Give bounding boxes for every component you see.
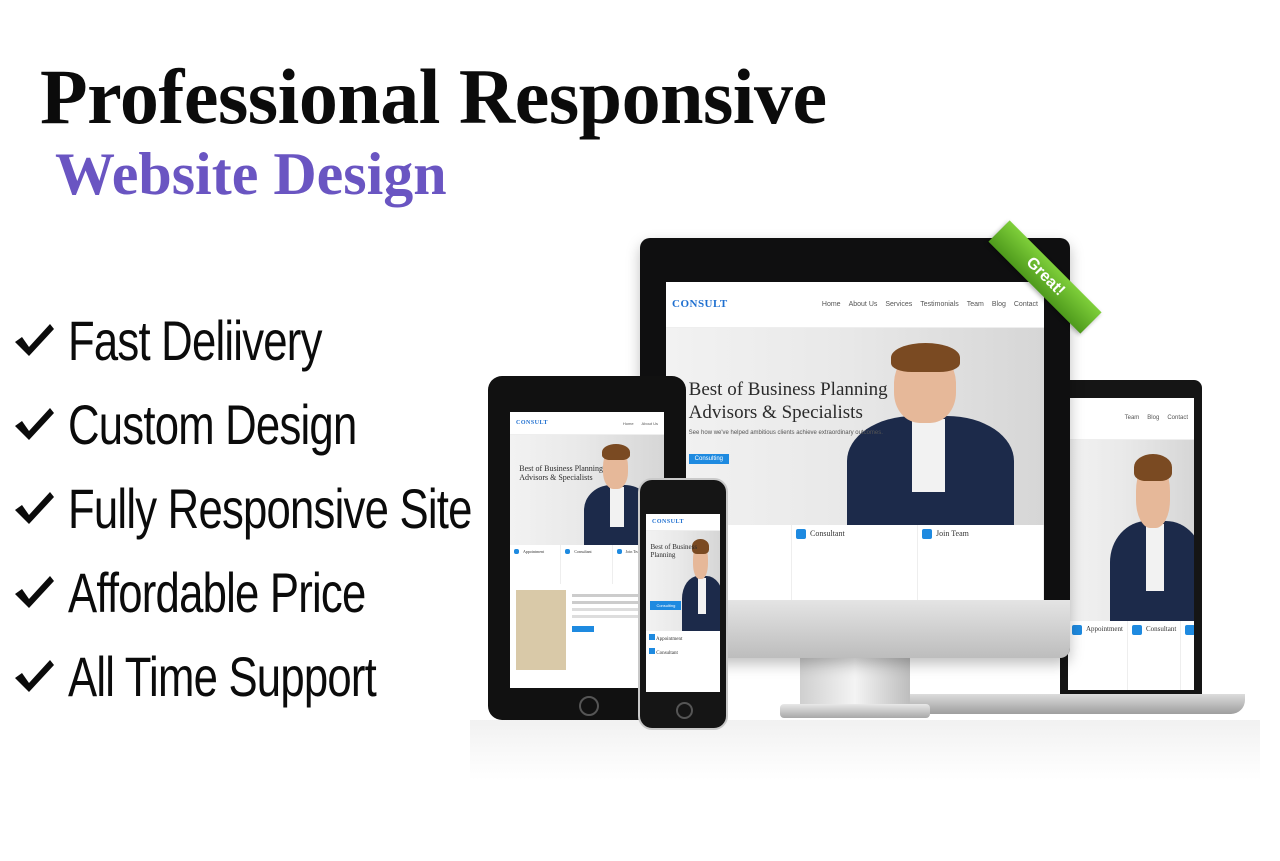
mockup-hero-title: Best of Business Planning Advisors & Spe…: [688, 378, 888, 423]
feature-label: All Time Support: [68, 644, 377, 708]
about-image: [516, 590, 566, 671]
nav-link: About Us: [848, 300, 878, 308]
nav-link: Home: [821, 300, 841, 308]
calendar-icon: [649, 633, 655, 640]
mockup-nav-links: Home About Us: [623, 421, 658, 426]
mockup-brand: CONSULT: [672, 298, 728, 311]
mockup-nav: CONSULT: [646, 514, 720, 532]
megaphone-icon: [1131, 624, 1142, 635]
calendar-icon: [1072, 624, 1082, 635]
phone-mockup: CONSULT Best of Business Planning Consul…: [638, 478, 728, 730]
checkmark-icon: [15, 324, 54, 356]
device-reflection: [470, 720, 1260, 780]
mockup-card: Appointment: [510, 545, 562, 585]
mockup-card: Join Team: [918, 524, 1044, 600]
laptop-mockup: Team Blog Contact Appointment Consultant…: [1060, 380, 1202, 698]
calendar-icon: [514, 549, 519, 555]
mockup-brand: CONSULT: [652, 519, 684, 525]
team-icon: [922, 528, 932, 539]
megaphone-icon: [649, 647, 655, 654]
headline: Professional Responsive: [40, 53, 827, 140]
nav-link: About Us: [641, 420, 658, 426]
mockup-hero-button: Consulting: [650, 600, 682, 610]
nav-link: Blog: [991, 300, 1006, 308]
mockup-card: Consultant: [792, 524, 918, 600]
nav-link: Contact: [1167, 415, 1188, 422]
mockup-card: Consultant: [646, 645, 720, 659]
team-icon: [1185, 624, 1194, 635]
feature-item: Fast Deliivery: [12, 298, 585, 382]
feature-label: Fast Deliivery: [68, 308, 322, 372]
nav-link: Team: [1124, 415, 1140, 422]
monitor-base: [780, 704, 930, 718]
mockup-cards: Appointment Consultant Join Team: [1068, 620, 1194, 690]
checkmark-icon: [15, 660, 54, 692]
monitor-stand: [800, 656, 910, 706]
mockup-nav-links: Home About Us Services Testimonials Team…: [822, 301, 1038, 308]
feature-label: Fully Responsive Site: [68, 476, 472, 540]
feature-label: Affordable Price: [68, 560, 366, 624]
mockup-hero: Best of Business Planning Consulting: [646, 531, 720, 631]
mockup-hero-subtitle: See how we've helped ambitious clients a…: [688, 430, 883, 437]
megaphone-icon: [565, 549, 571, 555]
nav-link: Blog: [1147, 415, 1160, 422]
feature-label: Custom Design: [68, 392, 357, 456]
tablet-home-button: [579, 696, 599, 716]
mockup-card: Consultant: [561, 545, 613, 585]
mockup-card: Join Team: [1181, 621, 1194, 690]
laptop-screen: Team Blog Contact Appointment Consultant…: [1068, 398, 1194, 690]
checkmark-icon: [15, 492, 54, 524]
mockup-card: Appointment: [1068, 620, 1128, 690]
mockup-hero-title: Best of Business Planning: [650, 542, 698, 560]
phone-screen: CONSULT Best of Business Planning Consul…: [646, 514, 720, 692]
mockup-nav: Team Blog Contact: [1068, 398, 1194, 440]
team-icon: [616, 549, 622, 555]
mockup-brand: CONSULT: [516, 420, 548, 427]
mockup-nav: CONSULT Home About Us Services Testimoni…: [666, 282, 1044, 328]
mockup-nav: CONSULT Home About Us: [510, 412, 664, 436]
megaphone-icon: [796, 528, 806, 539]
checkmark-icon: [15, 576, 54, 608]
mockup-nav-links: Team Blog Contact: [1125, 415, 1188, 421]
mockup-card: Appointment: [646, 631, 720, 645]
nav-link: Home: [622, 420, 634, 426]
nav-link: Contact: [1013, 300, 1038, 308]
mockup-hero: [1068, 439, 1194, 621]
nav-link: Testimonials: [920, 300, 959, 308]
mockup-hero-button: Consulting: [688, 453, 730, 464]
mockup-card: Consultant: [1128, 620, 1182, 690]
nav-link: Services: [885, 300, 913, 308]
phone-home-button: [676, 702, 693, 719]
laptop-base: [900, 694, 1245, 714]
hero-person-image: [1106, 454, 1194, 621]
mockup-hero-title: Best of Business Planning Advisors & Spe…: [519, 463, 604, 483]
subheadline: Website Design: [55, 141, 447, 207]
checkmark-icon: [15, 408, 54, 440]
nav-link: Team: [966, 300, 984, 308]
